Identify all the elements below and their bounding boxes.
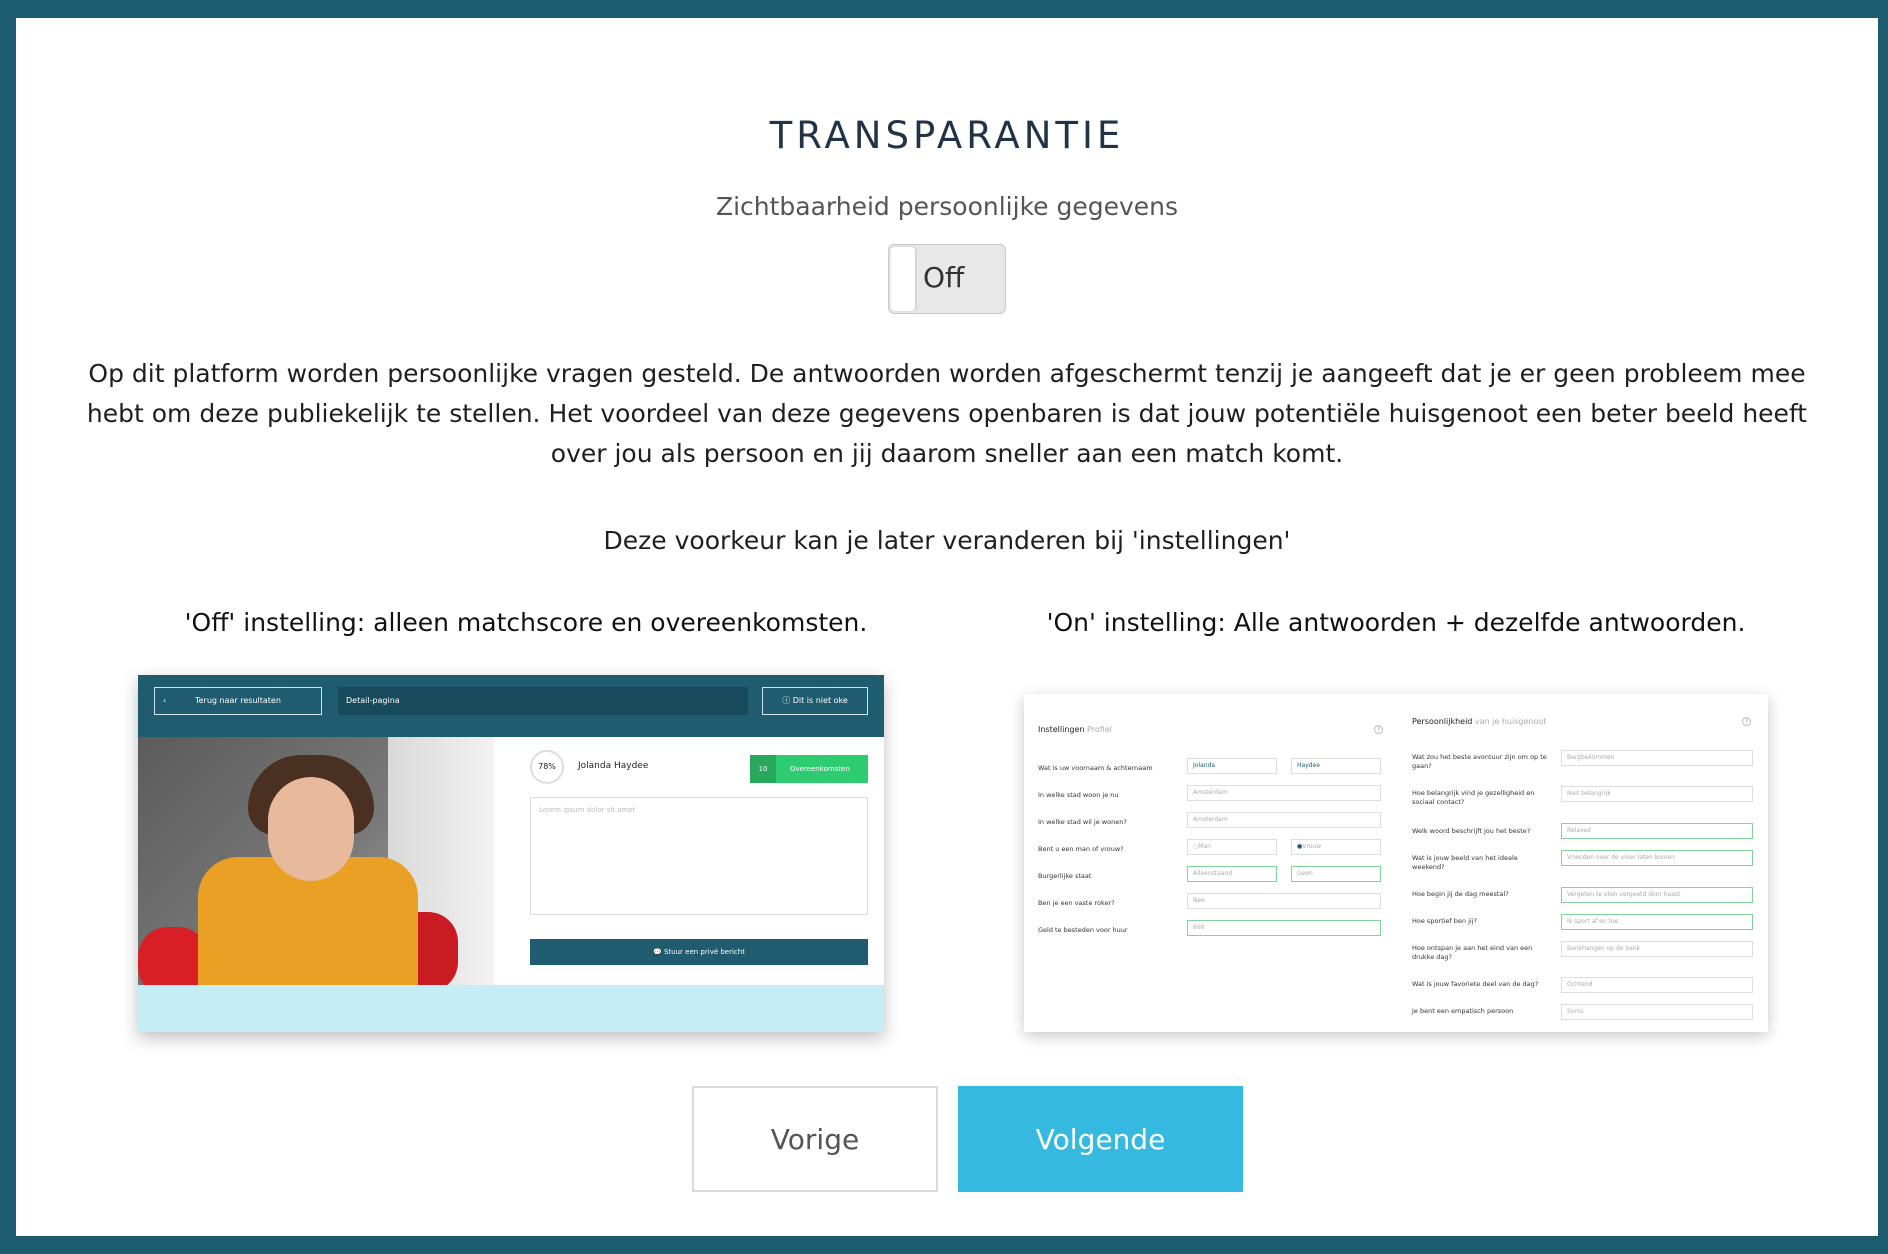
answer-select: Vrienden over de vloer laten komen <box>1561 850 1753 866</box>
dislike-button: ⓘ Dit is niet oke <box>762 687 868 715</box>
profile-name: Jolanda Haydee <box>578 761 649 771</box>
city-want-field: Amsterdam <box>1187 812 1381 828</box>
question-label: Hoe ontspan je aan het eind van een druk… <box>1412 944 1533 961</box>
preview-on-screenshot: Instellingen Profiel ? Persoonlijkheid v… <box>1024 694 1768 1032</box>
page-subtitle: Zichtbaarheid persoonlijke gegevens <box>715 192 1179 221</box>
question-label: Hoe belangrijk vind je gezelligheid en s… <box>1412 789 1535 806</box>
caption-on: 'On' instelling: Alle antwoorden + dezel… <box>1046 608 1746 637</box>
question-label: Bent u een man of vrouw? <box>1038 845 1124 853</box>
civil-status-select: Alleenstaand <box>1187 866 1277 882</box>
question-label: Geld te besteden voor huur <box>1038 926 1128 934</box>
onboarding-card: TRANSPARANTIE Zichtbaarheid persoonlijke… <box>16 18 1878 1236</box>
visibility-toggle[interactable]: Off <box>888 244 1006 314</box>
back-to-results-button: ‹ Terug naar resultaten <box>154 687 322 715</box>
question-label: Wat is jouw beeld van het ideale weekend… <box>1412 854 1518 871</box>
children-select: Geen <box>1291 866 1381 882</box>
photo-face <box>268 777 354 881</box>
rent-select: 600 <box>1187 920 1381 936</box>
back-button-label: Terug naar resultaten <box>195 696 281 705</box>
previous-button[interactable]: Vorige <box>692 1086 938 1192</box>
gender-woman-radio: ●Vrouw <box>1291 839 1381 855</box>
personality-heading-label: Persoonlijkheid <box>1412 717 1473 726</box>
answer-select: Bergbeklimmen <box>1561 750 1753 766</box>
answer-select: Soms <box>1561 1004 1753 1020</box>
page-label-bar: Detail-pagina <box>338 687 748 715</box>
toggle-knob[interactable] <box>891 247 915 311</box>
page-title: TRANSPARANTIE <box>769 114 1125 157</box>
preview-off-screenshot: ‹ Terug naar resultaten Detail-pagina ⓘ … <box>138 675 884 1032</box>
toggle-label: Off <box>923 261 965 294</box>
settings-heading-sub: Profiel <box>1087 725 1112 734</box>
question-label: Je bent een empatisch persoon <box>1412 1007 1514 1015</box>
answer-select: Bankhangen op de bank <box>1561 941 1753 957</box>
question-label: Wat is uw voornaam & achternaam <box>1038 764 1153 772</box>
preview-header: ‹ Terug naar resultaten Detail-pagina ⓘ … <box>138 675 884 737</box>
city-now-field: Amsterdam <box>1187 785 1381 801</box>
question-label: Ben je een vaste roker? <box>1038 899 1115 907</box>
question-label: Burgerlijke staat <box>1038 872 1092 880</box>
send-label: Stuur een privé bericht <box>663 948 745 956</box>
question-label: In welke stad wil je wonen? <box>1038 818 1127 826</box>
gender-woman-label: Vrouw <box>1302 843 1322 850</box>
caption-off: 'Off' instelling: alleen matchscore en o… <box>184 608 868 637</box>
match-percent-badge: 78% <box>530 750 564 784</box>
lastname-field: Haydee <box>1291 758 1381 774</box>
profile-photo <box>138 737 494 985</box>
answer-select: Relaxed <box>1561 823 1753 839</box>
matches-badge: 10 Overeenkomsten <box>750 755 868 783</box>
preview-footer <box>138 985 884 1032</box>
question-label: Welk woord beschrijft jou het beste? <box>1412 827 1531 835</box>
answer-select: Ik sport af en toe <box>1561 914 1753 930</box>
help-icon: ? <box>1374 725 1383 734</box>
matches-count: 10 <box>750 755 776 783</box>
question-label: In welke stad woon je nu <box>1038 791 1119 799</box>
personality-heading: Persoonlijkheid van je huisgenoot <box>1412 717 1546 726</box>
answer-select: Niet belangrijk <box>1561 786 1753 802</box>
smoker-select: Nee <box>1187 893 1381 909</box>
gender-man-label: Man <box>1198 843 1211 850</box>
question-label: Wat is jouw favoriete deel van de dag? <box>1412 980 1539 988</box>
settings-heading-label: Instellingen <box>1038 725 1085 734</box>
settings-heading: Instellingen Profiel <box>1038 725 1112 734</box>
matches-label: Overeenkomsten <box>790 765 850 773</box>
preference-note: Deze voorkeur kan je later veranderen bi… <box>603 526 1291 555</box>
answer-select: Vergeten te eten vergeetd door haast <box>1561 887 1753 903</box>
info-icon: ⓘ <box>782 696 793 705</box>
firstname-field: Jolanda <box>1187 758 1277 774</box>
gender-man-radio: ○Man <box>1187 839 1277 855</box>
help-icon: ? <box>1742 717 1751 726</box>
answer-select: Ochtend <box>1561 977 1753 993</box>
personality-heading-sub: van je huisgenoot <box>1474 717 1547 726</box>
chevron-left-icon: ‹ <box>163 696 167 705</box>
explanation-text: Op dit platform worden persoonlijke vrag… <box>86 359 1808 468</box>
question-label: Wat zou het beste avontuur zijn om op te… <box>1412 753 1547 770</box>
question-label: Hoe sportief ben jij? <box>1412 917 1477 925</box>
chat-icon: 💬 <box>653 948 664 956</box>
question-label: Hoe begin jij de dag meestal? <box>1412 890 1509 898</box>
next-button[interactable]: Volgende <box>958 1086 1243 1192</box>
dislike-label: Dit is niet oke <box>792 696 848 705</box>
message-textarea: Lorem ipsum dolor sit amet <box>530 797 868 915</box>
send-message-button: 💬 Stuur een privé bericht <box>530 939 868 965</box>
